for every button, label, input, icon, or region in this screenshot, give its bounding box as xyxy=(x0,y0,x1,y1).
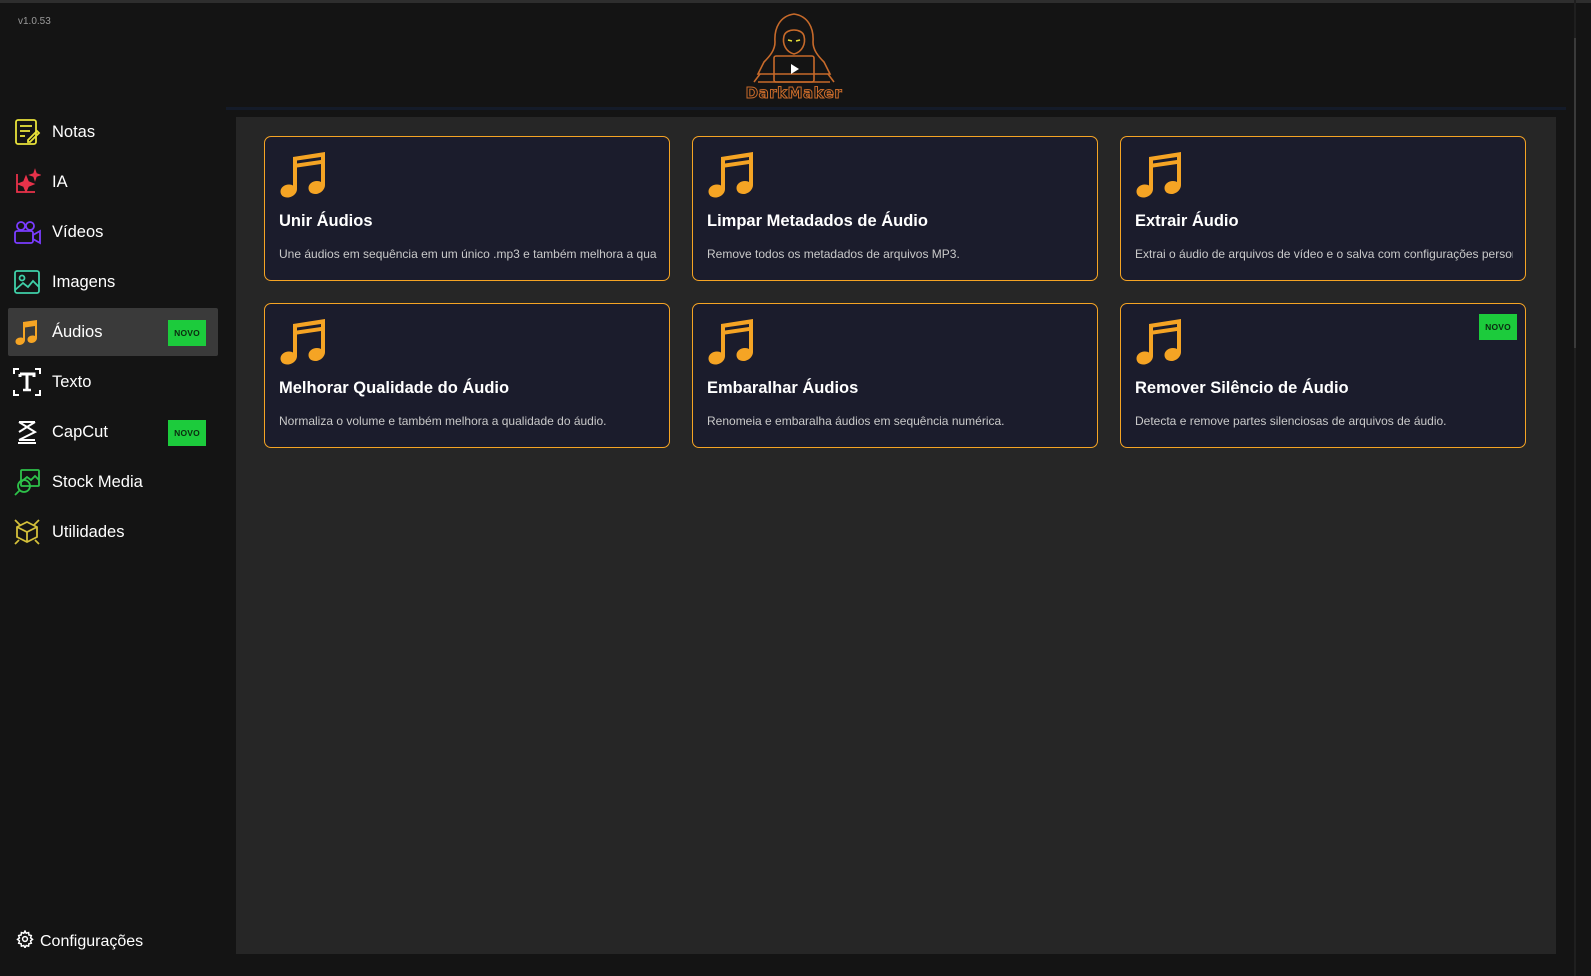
video-camera-icon xyxy=(12,217,42,247)
content-top-border xyxy=(226,107,1566,110)
music-note-icon xyxy=(708,319,753,365)
sidebar-item-label: Utilidades xyxy=(52,522,125,541)
tool-card-embaralhar-audios[interactable]: Embaralhar Áudios Renomeia e embaralha á… xyxy=(692,303,1098,448)
utilities-icon xyxy=(12,517,42,547)
music-note-icon xyxy=(1136,152,1181,198)
card-title: Embaralhar Áudios xyxy=(707,379,859,397)
music-note-icon xyxy=(280,152,325,198)
card-title: Melhorar Qualidade do Áudio xyxy=(279,379,510,397)
sidebar: Notas IA Vídeos Imagens Áudios NOVO Text… xyxy=(0,108,225,976)
card-title: Limpar Metadados de Áudio xyxy=(707,212,928,230)
sidebar-item-ia[interactable]: IA xyxy=(8,158,218,206)
sidebar-item-texto[interactable]: Texto xyxy=(8,358,218,406)
sidebar-item-videos[interactable]: Vídeos xyxy=(8,208,218,256)
music-note-icon xyxy=(12,317,42,347)
sidebar-item-label: Texto xyxy=(52,372,92,391)
gear-icon xyxy=(16,929,34,953)
sidebar-item-label: Áudios xyxy=(52,322,103,341)
sidebar-item-stock-media[interactable]: Stock Media xyxy=(8,458,218,506)
window-top-border xyxy=(0,0,1591,3)
sidebar-item-notas[interactable]: Notas xyxy=(8,108,218,156)
card-description: Remove todos os metadados de arquivos MP… xyxy=(707,247,960,261)
tool-card-melhorar-qualidade[interactable]: Melhorar Qualidade do Áudio Normaliza o … xyxy=(264,303,670,448)
image-icon xyxy=(12,267,42,297)
capcut-icon xyxy=(12,417,42,447)
sidebar-item-label: Notas xyxy=(52,122,96,141)
card-description: Normaliza o volume e também melhora a qu… xyxy=(279,414,607,428)
card-title: Remover Silêncio de Áudio xyxy=(1135,379,1349,397)
app-version: v1.0.53 xyxy=(18,16,51,27)
new-badge: NOVO xyxy=(1479,314,1517,340)
logo-text: DarkMaker xyxy=(745,84,843,103)
new-badge: NOVO xyxy=(168,320,206,346)
settings-button[interactable]: Configurações xyxy=(16,929,144,953)
card-description: Renomeia e embaralha áudios em sequência… xyxy=(707,414,1005,428)
card-description: Detecta e remove partes silenciosas de a… xyxy=(1135,414,1447,428)
card-title: Extrair Áudio xyxy=(1135,212,1239,230)
card-description: Une áudios em sequência em um único .mp3… xyxy=(279,247,657,261)
tool-card-unir-audios[interactable]: Unir Áudios Une áudios em sequência em u… xyxy=(264,136,670,281)
sidebar-item-imagens[interactable]: Imagens xyxy=(8,258,218,306)
sidebar-item-label: IA xyxy=(52,172,68,191)
sidebar-item-label: Stock Media xyxy=(52,472,143,491)
hacker-logo-icon xyxy=(753,13,835,83)
text-icon xyxy=(12,367,42,397)
ai-sparkle-icon xyxy=(12,167,42,197)
music-note-icon xyxy=(708,152,753,198)
music-note-icon xyxy=(280,319,325,365)
tool-card-limpar-metadados[interactable]: Limpar Metadados de Áudio Remove todos o… xyxy=(692,136,1098,281)
sidebar-item-label: Vídeos xyxy=(52,222,104,241)
notes-icon xyxy=(12,117,42,147)
sidebar-item-utilidades[interactable]: Utilidades xyxy=(8,508,218,556)
settings-label: Configurações xyxy=(40,932,144,950)
tool-card-extrair-audio[interactable]: Extrair Áudio Extrai o áudio de arquivos… xyxy=(1120,136,1526,281)
sidebar-item-audios[interactable]: Áudios NOVO xyxy=(8,308,218,356)
new-badge: NOVO xyxy=(168,420,206,446)
darkmaker-logo: DarkMaker xyxy=(740,12,848,103)
sidebar-item-capcut[interactable]: CapCut NOVO xyxy=(8,408,218,456)
card-title: Unir Áudios xyxy=(279,212,373,230)
stock-media-icon xyxy=(12,467,42,497)
scrollbar-thumb[interactable] xyxy=(1574,38,1576,348)
music-note-icon xyxy=(1136,319,1181,365)
card-description: Extrai o áudio de arquivos de vídeo e o … xyxy=(1135,247,1513,261)
main-content: Unir Áudios Une áudios em sequência em u… xyxy=(236,117,1556,954)
sidebar-item-label: CapCut xyxy=(52,422,108,441)
sidebar-item-label: Imagens xyxy=(52,272,116,291)
tool-card-remover-silencio[interactable]: NOVO Remover Silêncio de Áudio Detecta e… xyxy=(1120,303,1526,448)
